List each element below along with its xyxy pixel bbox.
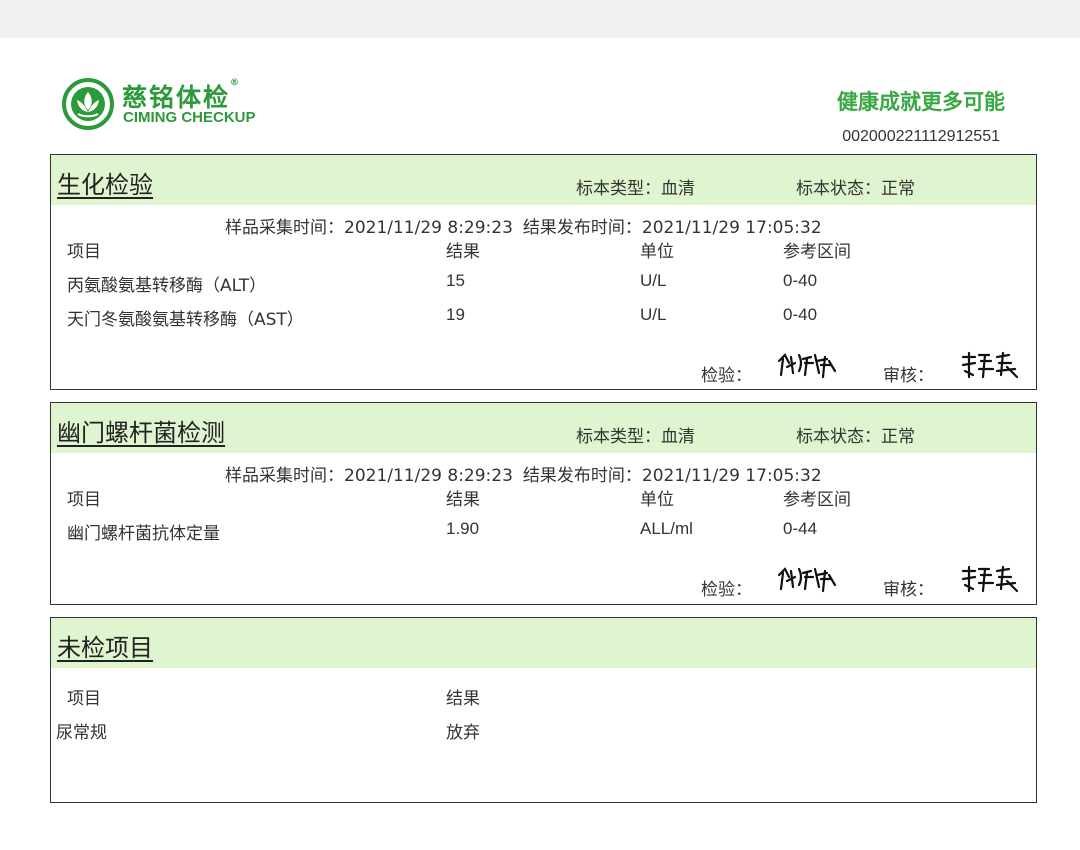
sample-state: 标本状态：正常 [796, 179, 915, 199]
section-h-pylori: 幽门螺杆菌检测 标本类型：血清 标本状态：正常 样品采集时间：2021/11/2… [50, 402, 1037, 605]
row-unit: U/L [640, 305, 667, 324]
top-band [0, 0, 1080, 38]
row-result: 放弃 [446, 723, 480, 743]
row-unit: ALL/ml [640, 519, 693, 538]
column-header-reference: 参考区间 [783, 242, 851, 262]
row-item: 天门冬氨酸氨基转移酶（AST） [67, 310, 304, 330]
row-item: 丙氨酸氨基转移酶（ALT） [67, 276, 267, 296]
section-title: 未检项目 [57, 634, 153, 662]
column-header-item: 项目 [67, 490, 101, 510]
time-line: 样品采集时间：2021/11/29 8:29:23 结果发布时间：2021/11/… [225, 213, 832, 238]
section-title: 生化检验 [57, 171, 153, 199]
section-header: 幽门螺杆菌检测 标本类型：血清 标本状态：正常 [51, 403, 1036, 453]
column-header-item: 项目 [67, 242, 101, 262]
reviewer-signature [961, 565, 1019, 593]
column-header-result: 结果 [446, 689, 480, 709]
column-header-reference: 参考区间 [783, 490, 851, 510]
reviewer-label: 审核： [883, 580, 934, 600]
sample-type: 标本类型：血清 [576, 427, 695, 447]
column-header-item: 项目 [67, 689, 101, 709]
time-line: 样品采集时间：2021/11/29 8:29:23 结果发布时间：2021/11/… [225, 461, 832, 486]
section-biochemistry: 生化检验 标本类型：血清 标本状态：正常 样品采集时间：2021/11/29 8… [50, 154, 1037, 390]
section-header: 未检项目 [51, 618, 1036, 668]
report-number: 00200022111291255​1 [842, 128, 1000, 145]
release-time: 结果发布时间：2021/11/29 17:05:32 [522, 466, 822, 486]
row-result: 1.90 [446, 519, 480, 538]
row-item: 幽门螺杆菌抗体定量 [67, 524, 220, 544]
lotus-logo-icon [62, 78, 114, 130]
inspector-label: 检验： [701, 580, 752, 600]
row-reference: 0-40 [783, 305, 818, 324]
slogan: 健康成就更多可能 [837, 90, 1005, 114]
sample-type: 标本类型：血清 [576, 179, 695, 199]
section-unchecked: 未检项目 项目 结果 尿常规 放弃 [50, 617, 1037, 803]
column-header-unit: 单位 [640, 490, 674, 510]
collect-time: 样品采集时间：2021/11/29 8:29:23 [225, 218, 513, 238]
sample-state: 标本状态：正常 [796, 427, 915, 447]
row-result: 15 [446, 271, 465, 290]
reviewer-label: 审核： [883, 366, 934, 386]
ciming-logo: 慈铭体检® CIMING CHECKUP [62, 78, 262, 134]
column-header-result: 结果 [446, 490, 480, 510]
row-result: 19 [446, 305, 465, 324]
row-reference: 0-40 [783, 271, 818, 290]
release-time: 结果发布时间：2021/11/29 17:05:32 [522, 218, 822, 238]
section-title: 幽门螺杆菌检测 [57, 419, 225, 447]
row-unit: U/L [640, 271, 667, 290]
inspector-signature [777, 567, 837, 593]
row-item: 尿常规 [56, 723, 107, 743]
reviewer-signature [961, 351, 1019, 379]
row-reference: 0-44 [783, 519, 818, 538]
collect-time: 样品采集时间：2021/11/29 8:29:23 [225, 466, 513, 486]
inspector-signature [777, 353, 837, 379]
brand-name-en: CIMING CHECKUP [123, 109, 256, 126]
inspector-label: 检验： [701, 366, 752, 386]
column-header-result: 结果 [446, 242, 480, 262]
column-header-unit: 单位 [640, 242, 674, 262]
section-header: 生化检验 标本类型：血清 标本状态：正常 [51, 155, 1036, 205]
